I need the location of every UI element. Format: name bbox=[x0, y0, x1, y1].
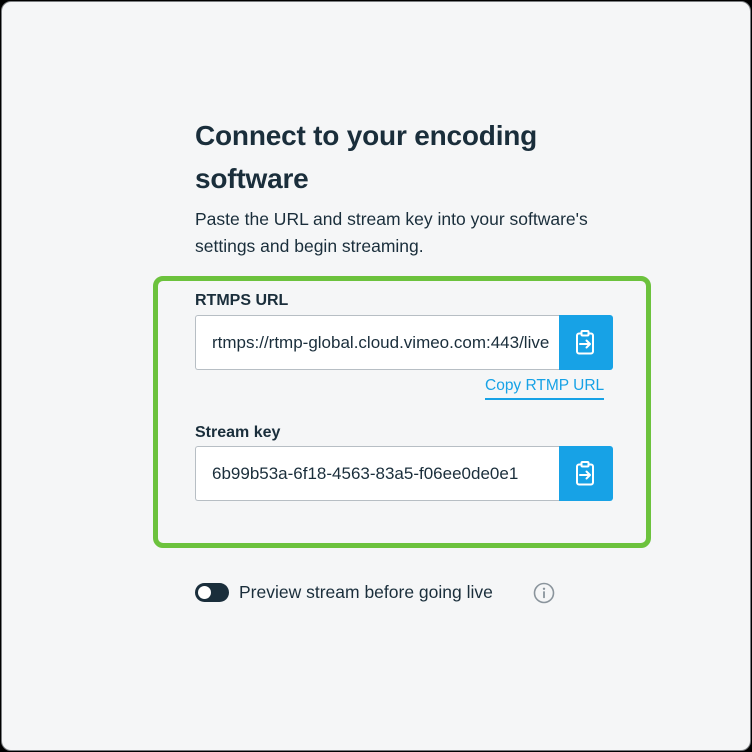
rtmps-url-label: RTMPS URL bbox=[195, 292, 289, 309]
copy-stream-key-button[interactable] bbox=[559, 446, 613, 501]
dialog-panel: Connect to your encoding software Paste … bbox=[1, 1, 751, 751]
stream-key-field bbox=[195, 446, 613, 501]
preview-stream-label: Preview stream before going live bbox=[239, 582, 493, 602]
rtmps-url-input[interactable] bbox=[195, 315, 559, 370]
dialog-subtitle: Paste the URL and stream key into your s… bbox=[195, 209, 588, 256]
preview-stream-toggle[interactable] bbox=[195, 583, 229, 602]
rtmps-url-field bbox=[195, 315, 613, 370]
toggle-knob bbox=[198, 586, 211, 599]
stream-key-input[interactable] bbox=[195, 446, 559, 501]
clipboard-copy-icon bbox=[576, 460, 594, 485]
copy-rtmp-url-link[interactable]: Copy RTMP URL bbox=[485, 377, 605, 400]
dialog-title: Connect to your encoding software bbox=[195, 120, 538, 194]
clipboard-copy-icon bbox=[576, 329, 594, 354]
copy-rtmps-url-button[interactable] bbox=[559, 315, 613, 370]
info-circle-icon[interactable] bbox=[533, 582, 555, 604]
stream-key-label: Stream key bbox=[195, 424, 281, 441]
